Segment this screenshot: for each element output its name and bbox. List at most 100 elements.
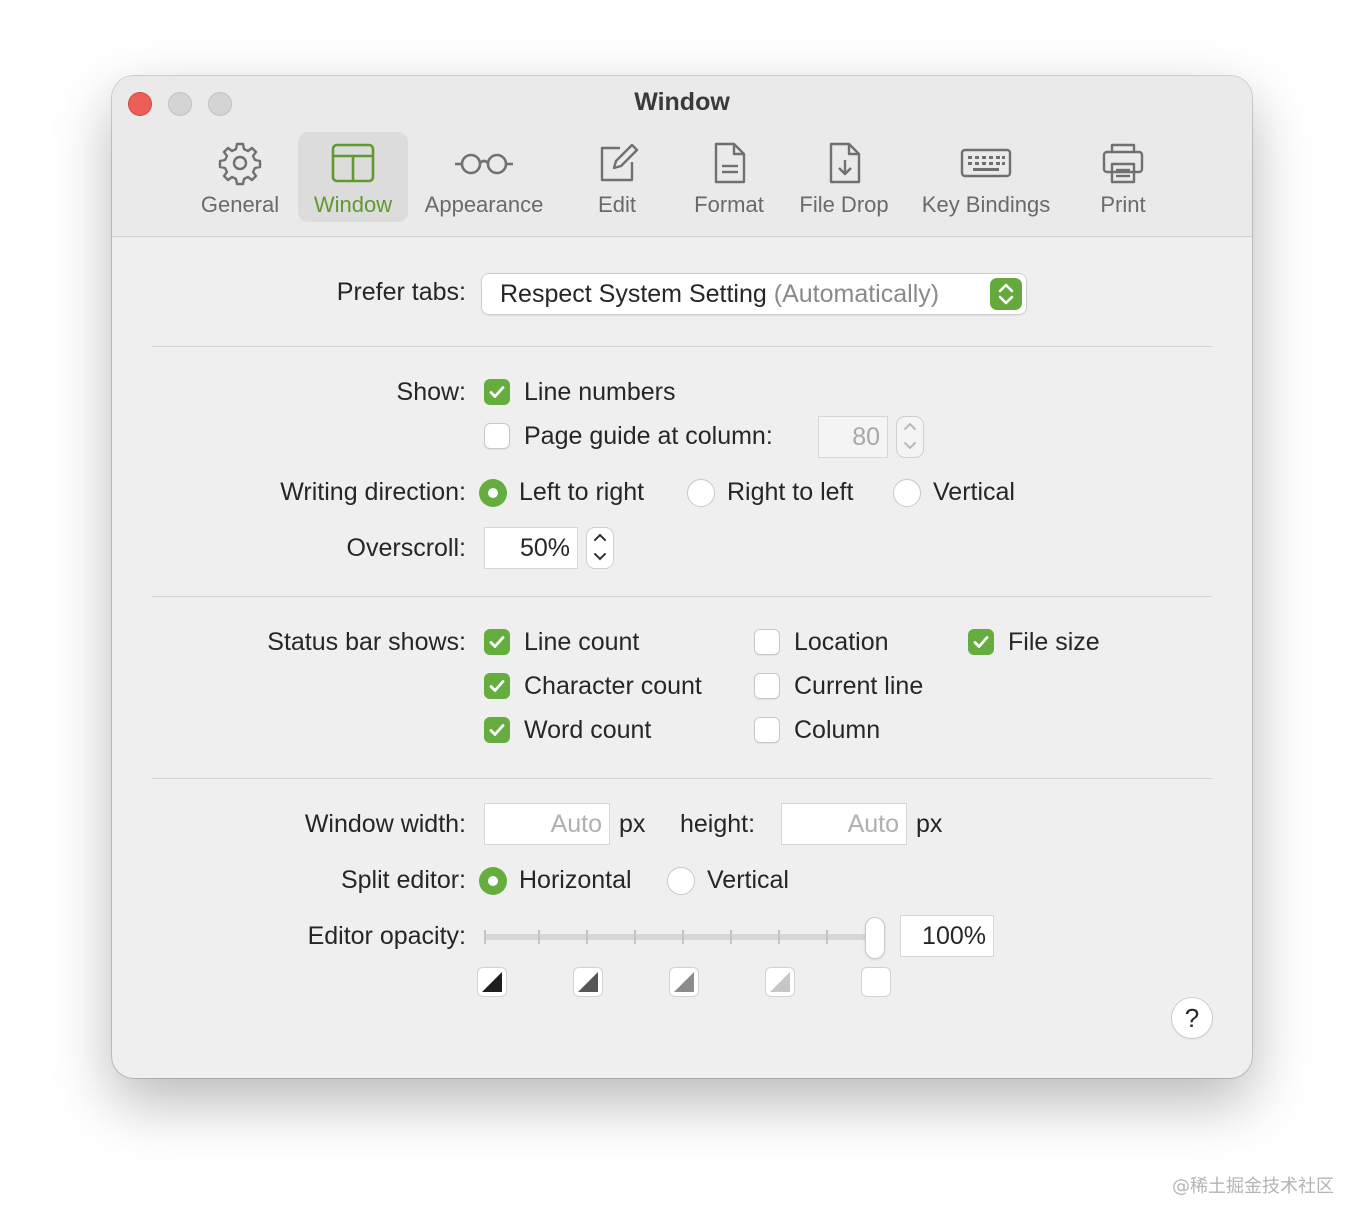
writing-direction-vertical-radio[interactable] [893,479,921,507]
character-count-label: Character count [524,672,702,700]
tab-print[interactable]: Print [1088,132,1158,222]
split-horizontal-label: Horizontal [519,866,632,894]
height-unit-label: px [916,810,943,838]
separator [152,596,1212,597]
page-guide-label: Page guide at column: [524,422,773,450]
preferences-window: Window General Window Appearance Edit Fo… [112,76,1252,1078]
split-vertical-label: Vertical [707,866,789,894]
help-button[interactable]: ? [1172,998,1212,1038]
window-width-field[interactable]: Auto [485,804,609,844]
chevron-up-icon [904,422,916,430]
column-checkbox[interactable] [754,717,780,743]
editor-opacity-label: Editor opacity: [307,922,466,950]
tab-label: Window [313,192,393,217]
tab-window[interactable]: Window [298,132,408,222]
column-label: Column [794,716,881,744]
opacity-swatch-icon [766,968,794,996]
chevron-down-icon [904,442,916,450]
line-numbers-label: Line numbers [524,378,676,406]
prefer-tabs-label: Prefer tabs: [336,278,466,306]
line-numbers-checkbox[interactable] [484,379,510,405]
file-size-label: File size [1008,628,1100,656]
tab-edit[interactable]: Edit [582,132,652,222]
line-count-label: Line count [524,628,640,656]
writing-direction-ltr-radio[interactable] [479,479,507,507]
tab-general[interactable]: General [188,132,292,222]
current-line-checkbox[interactable] [754,673,780,699]
opacity-swatch-icon [574,968,602,996]
location-label: Location [794,628,889,656]
split-editor-label: Split editor: [340,866,466,894]
tab-label: Edit [598,192,636,217]
editor-opacity-field[interactable]: 100% [901,916,993,956]
tab-label: Appearance [424,192,544,217]
page-guide-stepper[interactable] [897,417,923,457]
location-checkbox[interactable] [754,629,780,655]
prefer-tabs-value-secondary: (Automatically) [773,280,940,308]
tab-label: General [200,192,280,217]
slider-tick [538,930,540,944]
chevron-down-icon [594,553,606,561]
show-label: Show: [396,378,466,406]
page-guide-column-field[interactable]: 80 [819,417,887,457]
tab-appearance[interactable]: Appearance [418,132,550,222]
window-icon [331,143,375,183]
writing-direction-vertical-label: Vertical [933,478,1015,506]
split-vertical-radio[interactable] [667,867,695,895]
popup-arrows-icon [990,278,1022,310]
status-bar-label: Status bar shows: [267,628,466,656]
prefer-tabs-value: Respect System Setting [500,280,767,308]
word-count-checkbox[interactable] [484,717,510,743]
title-bar: Window General Window Appearance Edit Fo… [112,76,1252,237]
keyboard-icon [960,148,1012,178]
slider-tick [634,930,636,944]
separator [152,778,1212,779]
word-count-label: Word count [524,716,652,744]
current-line-label: Current line [794,672,924,700]
prefer-tabs-popup[interactable]: Respect System Setting (Automatically) [482,274,1026,314]
opacity-swatch-icon [862,968,890,996]
slider-tick [484,930,486,944]
character-count-checkbox[interactable] [484,673,510,699]
glasses-icon [455,153,513,175]
window-width-label: Window width: [304,810,466,838]
slider-tick [778,930,780,944]
page-guide-checkbox[interactable] [484,423,510,449]
tab-file-drop[interactable]: File Drop [794,132,894,222]
opacity-slider-knob[interactable] [866,918,884,958]
printer-icon [1102,143,1144,184]
window-title: Window [634,88,730,116]
overscroll-stepper[interactable] [587,528,613,568]
opacity-swatch-icon [670,968,698,996]
overscroll-field[interactable]: 50% [485,528,577,568]
file-size-checkbox[interactable] [968,629,994,655]
pencil-square-icon [600,143,639,182]
overscroll-label: Overscroll: [346,534,466,562]
window-height-placeholder: Auto [847,810,899,838]
tab-label: File Drop [799,192,889,217]
slider-tick [730,930,732,944]
window-width-placeholder: Auto [550,810,602,838]
split-horizontal-radio[interactable] [479,867,507,895]
chevron-up-icon [594,533,606,541]
tab-key-bindings[interactable]: Key Bindings [916,132,1056,222]
gear-icon [218,142,262,186]
tab-label: Format [694,192,764,217]
tab-label: Key Bindings [921,192,1051,217]
opacity-swatch-icon [478,968,506,996]
document-download-icon [829,142,861,184]
writing-direction-rtl-label: Right to left [727,478,854,506]
slider-tick [826,930,828,944]
separator [152,346,1212,347]
tab-label: Print [1100,192,1146,217]
width-unit-label: px [619,810,646,838]
writing-direction-label: Writing direction: [280,478,466,506]
line-count-checkbox[interactable] [484,629,510,655]
window-height-label: height: [680,810,756,838]
writing-direction-ltr-label: Left to right [519,478,645,506]
window-height-field[interactable]: Auto [782,804,906,844]
document-icon [714,142,746,184]
tab-format[interactable]: Format [686,132,772,222]
writing-direction-rtl-radio[interactable] [687,479,715,507]
slider-tick [682,930,684,944]
